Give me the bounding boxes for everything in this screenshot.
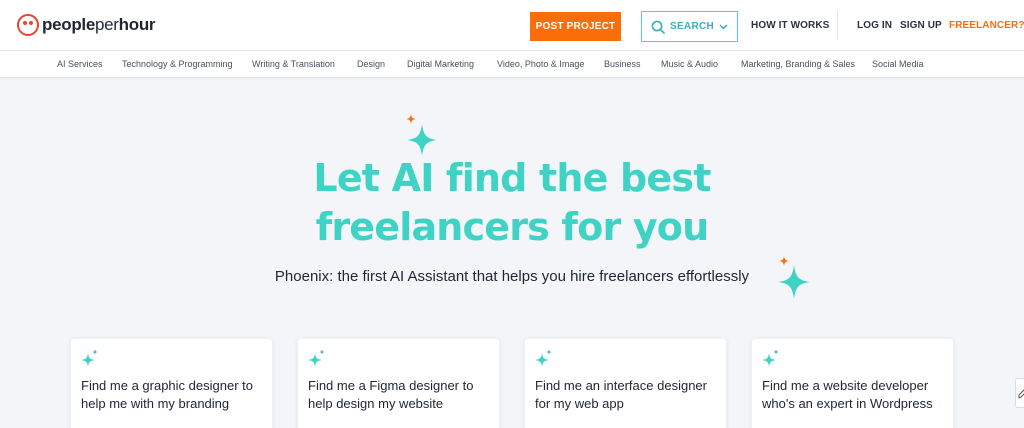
how-it-works-link[interactable]: HOW IT WORKS (751, 20, 829, 31)
prompt-card[interactable]: Find me an interface designer for my web… (524, 338, 727, 428)
category-music-audio[interactable]: Music & Audio (661, 59, 718, 69)
sparkle-icon (535, 349, 552, 367)
brand-name-part3: hour (118, 15, 156, 34)
category-marketing-branding-sales[interactable]: Marketing, Branding & Sales (741, 59, 855, 69)
feedback-tab[interactable] (1015, 378, 1024, 408)
prompt-card[interactable]: Find me a graphic designer to help me wi… (70, 338, 273, 428)
brand-logo[interactable]: peopleperhour (17, 14, 156, 36)
prompt-card-text: Find me a website developer who's an exp… (762, 378, 933, 411)
category-writing-translation[interactable]: Writing & Translation (252, 59, 335, 69)
category-nav: AI Services Technology & Programming Wri… (0, 51, 1024, 78)
sparkle-small-icon (406, 114, 416, 124)
sparkle-icon (81, 349, 98, 367)
sign-up-link[interactable]: SIGN UP (900, 20, 942, 31)
category-business[interactable]: Business (604, 59, 641, 69)
brand-name-part1: people (42, 15, 95, 34)
category-design[interactable]: Design (357, 59, 385, 69)
brand-name: peopleperhour (42, 15, 156, 35)
feedback-icon (1018, 388, 1024, 399)
hero-title-line1: Let AI find the best (313, 156, 711, 200)
category-social-media[interactable]: Social Media (872, 59, 924, 69)
category-ai-services[interactable]: AI Services (57, 59, 103, 69)
category-video-photo-image[interactable]: Video, Photo & Image (497, 59, 584, 69)
log-in-link[interactable]: LOG IN (857, 20, 892, 31)
post-project-button[interactable]: POST PROJECT (530, 12, 621, 41)
hero-subtitle: Phoenix: the first AI Assistant that hel… (274, 268, 750, 285)
prompt-card-text: Find me a graphic designer to help me wi… (81, 378, 253, 411)
prompt-card-text: Find me an interface designer for my web… (535, 378, 707, 411)
category-digital-marketing[interactable]: Digital Marketing (407, 59, 474, 69)
search-label: SEARCH (669, 21, 715, 32)
prompt-card-text: Find me a Figma designer to help design … (308, 378, 474, 411)
brand-name-part2: per (95, 15, 119, 34)
freelancer-link[interactable]: FREELANCER? (949, 20, 1024, 31)
search-icon (651, 20, 665, 34)
prompt-card[interactable]: Find me a Figma designer to help design … (297, 338, 500, 428)
chevron-down-icon (719, 23, 728, 30)
prompt-card[interactable]: Find me a website developer who's an exp… (751, 338, 954, 428)
logo-icon (17, 14, 39, 36)
sparkle-icon (308, 349, 325, 367)
category-technology-programming[interactable]: Technology & Programming (122, 59, 233, 69)
sparkle-icon (762, 349, 779, 367)
sparkle-icon (407, 124, 437, 156)
search-button[interactable]: SEARCH (641, 11, 738, 42)
hero-title-line2: freelancers for you (315, 205, 710, 249)
top-header: peopleperhour POST PROJECT SEARCH HOW IT… (0, 0, 1024, 51)
header-divider (837, 12, 838, 40)
